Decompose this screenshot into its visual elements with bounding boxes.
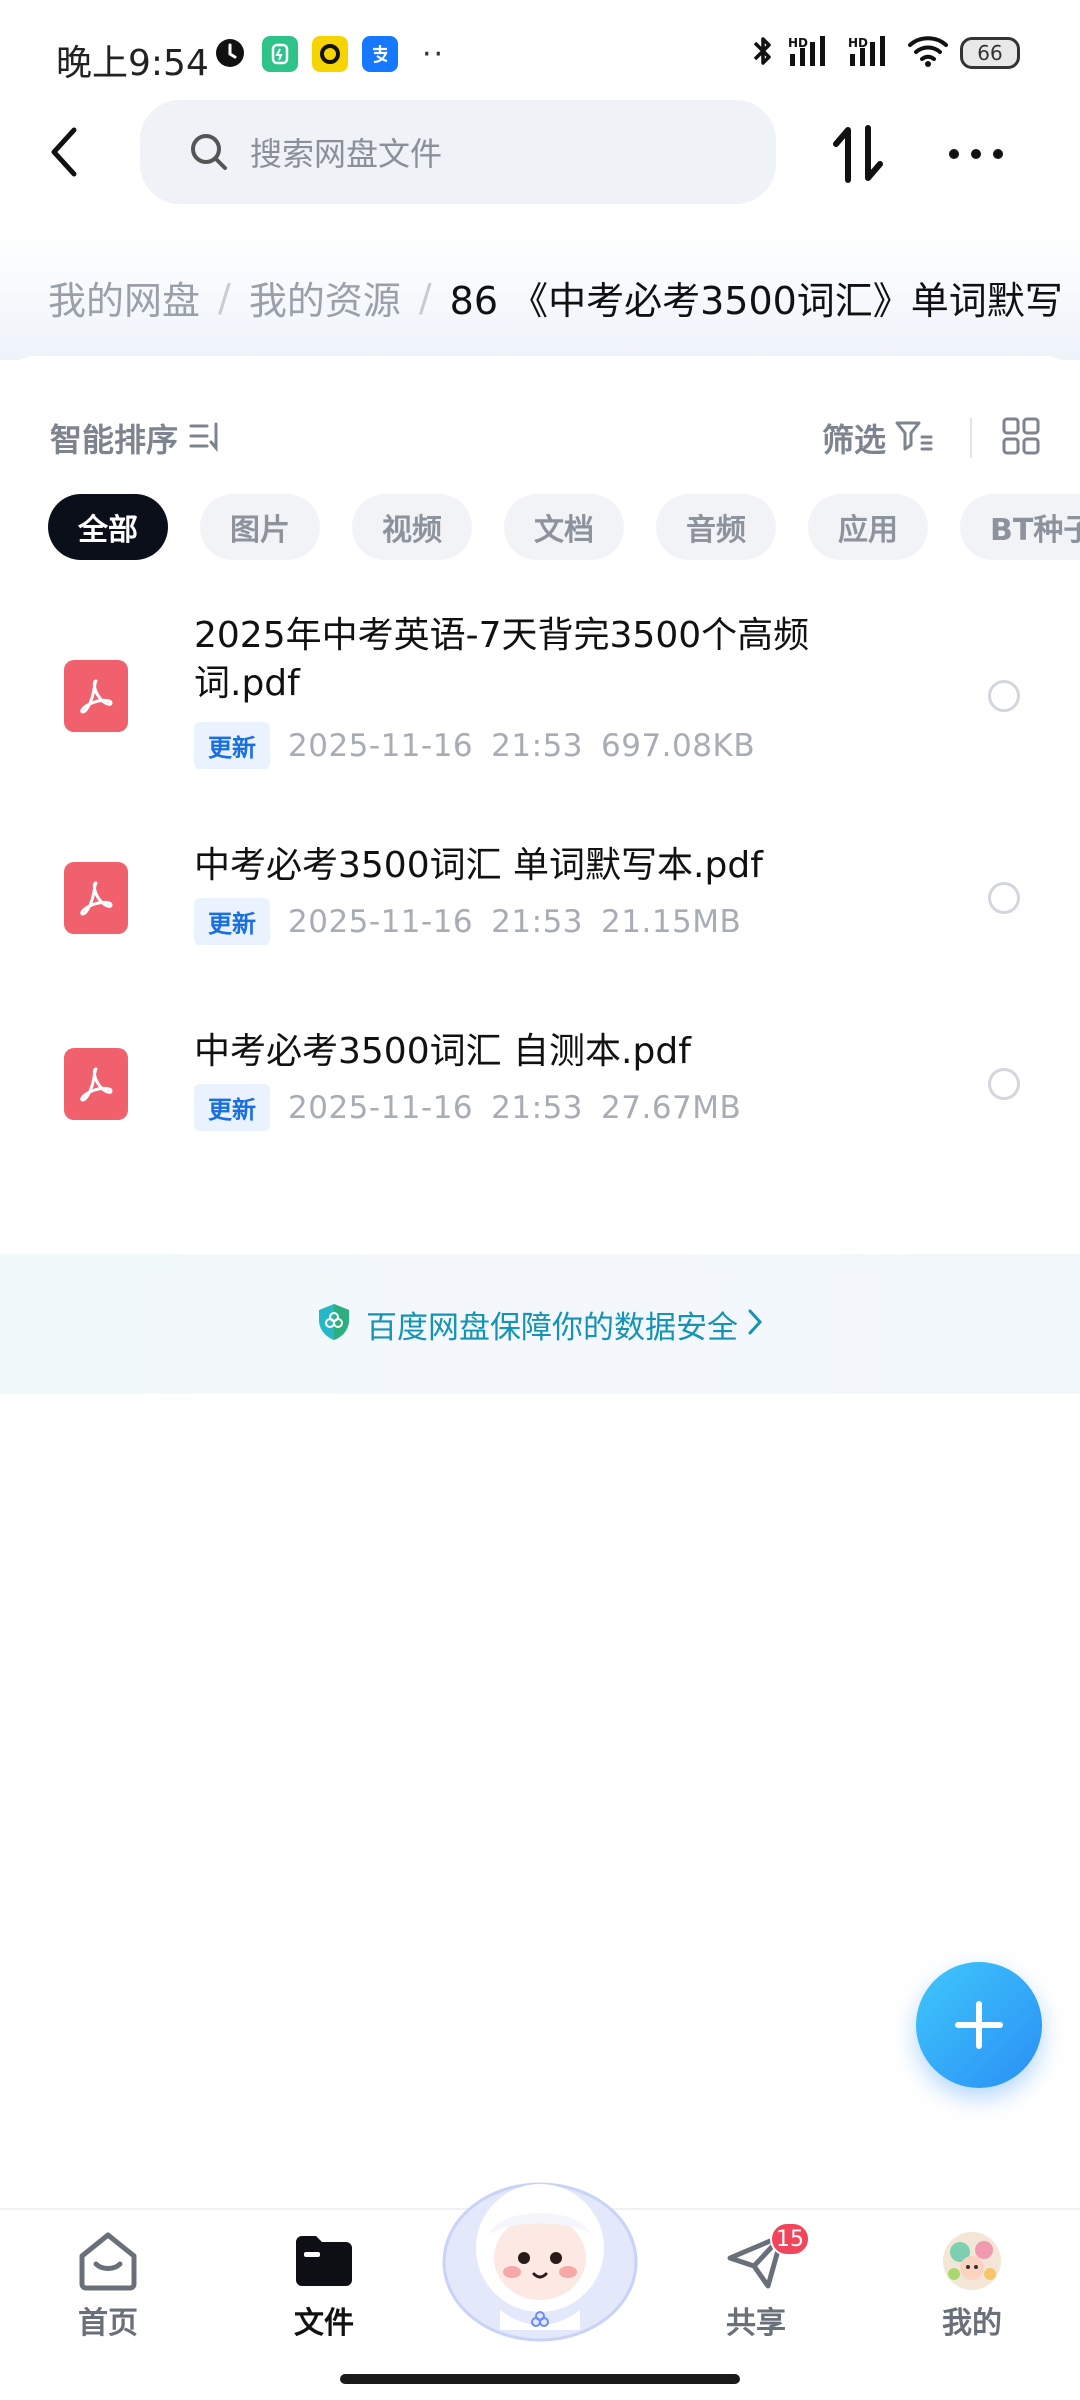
more-notifications-icon: ·· — [422, 36, 446, 72]
status-bar: 晚上9:54 ·· HD HD 66 — [0, 0, 1080, 110]
list-toolbar: 智能排序 筛选 — [50, 408, 1040, 468]
app-notification-icon — [312, 36, 348, 72]
nav-item-files[interactable]: 文件 — [254, 2230, 394, 2342]
avatar — [943, 2232, 1001, 2290]
status-system-icons: HD HD 66 — [750, 34, 1020, 72]
file-list-item[interactable]: 中考必考3500词汇 自测本.pdf 更新 2025-11-16 21:53 2… — [0, 1028, 1080, 1168]
file-time: 21:53 — [491, 903, 584, 940]
transfer-button[interactable] — [826, 122, 890, 186]
home-icon — [79, 2232, 137, 2291]
file-size: 697.08KB — [601, 727, 756, 764]
breadcrumb: 我的网盘 / 我的资源 / 86 《中考必考3500词汇》单词默写 — [0, 230, 1080, 360]
chip-all[interactable]: 全部 — [48, 494, 168, 560]
file-name: 2025年中考英语-7天背完3500个高频词.pdf — [194, 615, 810, 704]
file-size: 21.15MB — [601, 903, 742, 940]
breadcrumb-item-my-resources[interactable]: 我的资源 — [249, 270, 401, 325]
chip-videos[interactable]: 视频 — [352, 494, 472, 560]
back-button[interactable] — [36, 118, 92, 186]
file-name: 中考必考3500词汇 自测本.pdf — [194, 1031, 691, 1072]
chevron-left-icon — [51, 127, 77, 177]
mascot-icon — [442, 2182, 638, 2342]
status-time: 晚上9:54 — [56, 43, 209, 84]
plus-icon — [955, 2001, 1003, 2049]
grid-view-icon[interactable] — [1002, 417, 1040, 459]
breadcrumb-item-my-drive[interactable]: 我的网盘 — [48, 270, 200, 325]
svg-text:HD: HD — [788, 36, 808, 50]
smart-sort-button[interactable]: 智能排序 — [50, 415, 178, 461]
alarm-icon — [212, 34, 248, 74]
transfer-arrows-icon — [833, 125, 883, 183]
search-placeholder: 搜索网盘文件 — [250, 135, 443, 173]
battery-icon: 66 — [960, 37, 1020, 69]
security-banner[interactable]: 百度网盘保障你的数据安全 — [0, 1254, 1080, 1394]
nav-item-home[interactable]: 首页 — [38, 2230, 178, 2342]
breadcrumb-separator: / — [418, 275, 432, 320]
breadcrumb-separator: / — [218, 275, 231, 320]
nav-item-share[interactable]: 15 共享 — [686, 2222, 826, 2342]
update-badge: 更新 — [194, 722, 270, 769]
security-banner-text: 百度网盘保障你的数据安全 — [366, 1309, 738, 1346]
pdf-file-icon — [64, 660, 128, 732]
update-badge: 更新 — [194, 1084, 270, 1131]
nav-label-home: 首页 — [78, 2306, 138, 2341]
app-notification-icon — [262, 36, 298, 72]
file-date: 2025-11-16 — [288, 903, 474, 940]
update-badge: 更新 — [194, 898, 270, 945]
more-dots-icon — [949, 149, 1003, 159]
bluetooth-icon — [750, 34, 776, 72]
chip-bt-torrents[interactable]: BT种子 — [960, 494, 1080, 560]
folder-icon — [296, 2236, 352, 2286]
pdf-file-icon — [64, 862, 128, 934]
search-icon — [191, 134, 227, 170]
shield-icon — [316, 1302, 352, 1346]
file-list-item[interactable]: 中考必考3500词汇 单词默写本.pdf 更新 2025-11-16 21:53… — [0, 842, 1080, 982]
file-list-item[interactable]: 2025年中考英语-7天背完3500个高频词.pdf 更新 2025-11-16… — [0, 612, 1080, 792]
filter-button[interactable]: 筛选 — [822, 415, 886, 461]
file-date: 2025-11-16 — [288, 1089, 474, 1126]
file-size: 27.67MB — [601, 1089, 742, 1126]
file-select-radio[interactable] — [988, 1068, 1020, 1100]
alipay-icon — [362, 36, 398, 72]
file-select-radio[interactable] — [988, 680, 1020, 712]
filter-icon[interactable] — [894, 419, 934, 457]
chip-audio[interactable]: 音频 — [656, 494, 776, 560]
file-type-filter-chips: 全部 图片 视频 文档 音频 应用 BT种子 — [48, 494, 1080, 562]
signal-icon: HD — [788, 34, 836, 72]
more-button[interactable] — [940, 122, 1012, 186]
nav-label-mine: 我的 — [942, 2306, 1002, 2341]
file-time: 21:53 — [491, 727, 584, 764]
chevron-right-icon — [746, 1307, 764, 1341]
share-notification-badge: 15 — [770, 2222, 810, 2256]
chip-apps[interactable]: 应用 — [808, 494, 928, 560]
sort-order-icon[interactable] — [188, 420, 224, 456]
home-indicator — [340, 2374, 740, 2384]
add-button[interactable] — [916, 1962, 1042, 2088]
pdf-file-icon — [64, 1048, 128, 1120]
bottom-nav: 首页 文件 15 共享 我的 — [0, 2182, 1080, 2400]
signal-icon: HD — [848, 34, 896, 72]
file-select-radio[interactable] — [988, 882, 1020, 914]
file-time: 21:53 — [491, 1089, 584, 1126]
toolbar-divider — [970, 418, 972, 458]
file-date: 2025-11-16 — [288, 727, 474, 764]
nav-label-share: 共享 — [726, 2306, 786, 2341]
breadcrumb-item-current-folder: 86 《中考必考3500词汇》单词默写 — [449, 279, 1063, 323]
chip-images[interactable]: 图片 — [200, 494, 320, 560]
nav-item-mine[interactable]: 我的 — [902, 2230, 1042, 2342]
wifi-icon — [908, 35, 948, 71]
chip-documents[interactable]: 文档 — [504, 494, 624, 560]
assistant-mascot-button[interactable] — [440, 2150, 640, 2350]
status-notification-icons: ·· — [212, 34, 445, 74]
nav-label-files: 文件 — [294, 2306, 354, 2341]
file-name: 中考必考3500词汇 单词默写本.pdf — [194, 845, 763, 886]
svg-text:HD: HD — [848, 36, 868, 50]
search-input[interactable]: 搜索网盘文件 — [140, 100, 776, 204]
